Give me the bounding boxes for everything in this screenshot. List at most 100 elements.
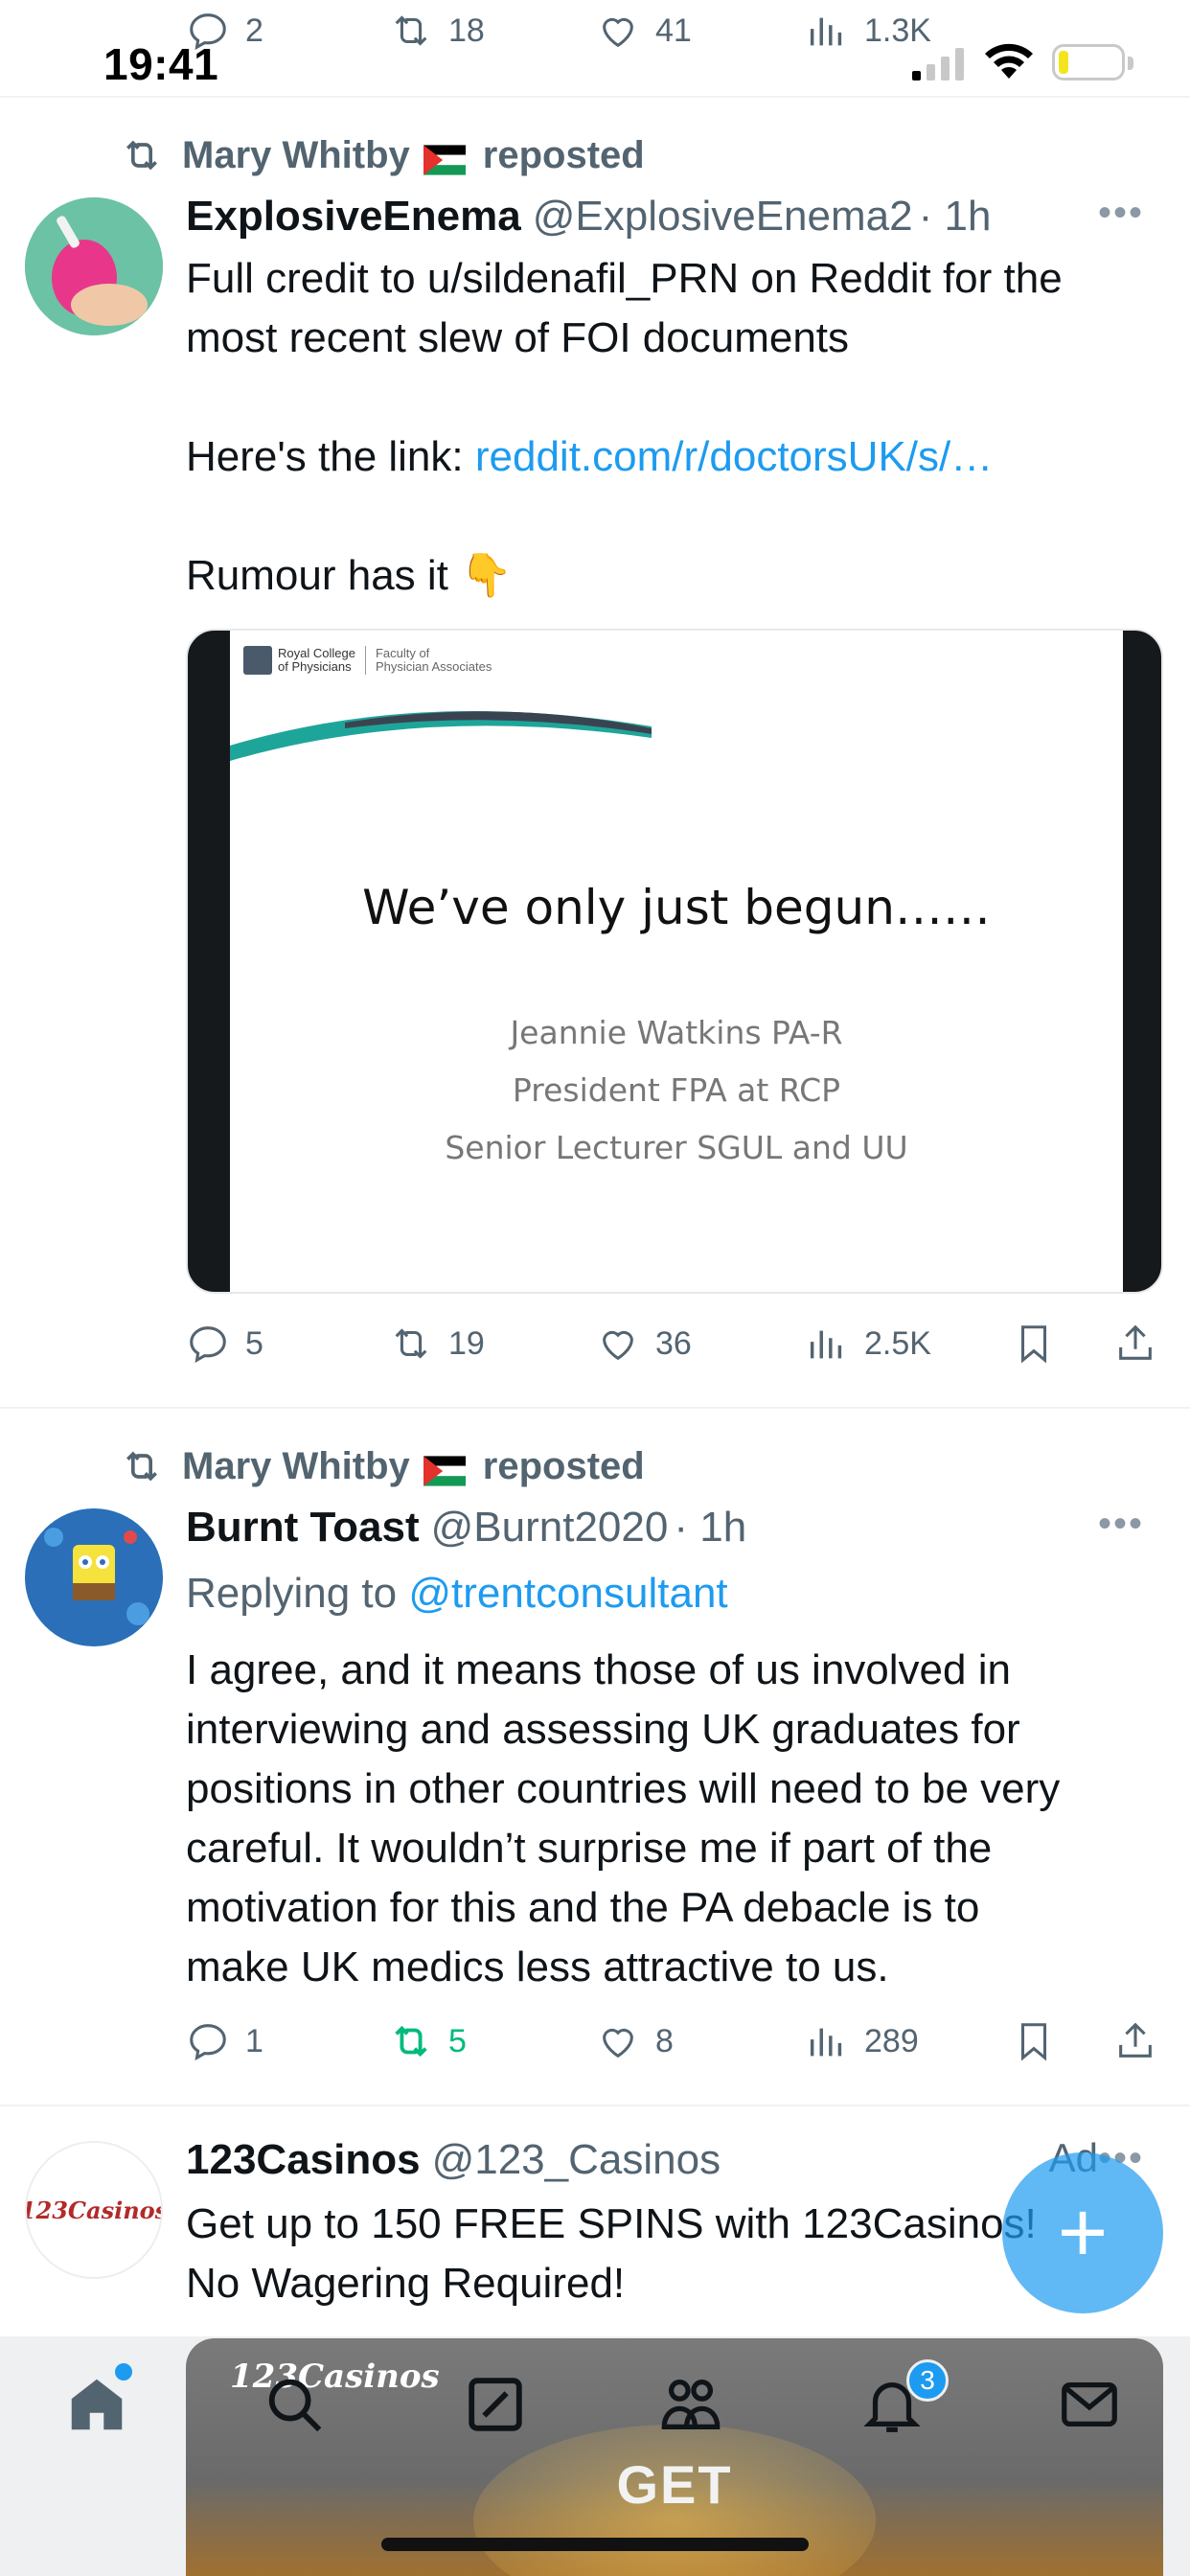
bookmark-button[interactable] <box>1012 2012 1071 2070</box>
repost-count: 5 <box>448 2022 467 2059</box>
tweet-text-line: interviewing and assessing UK graduates … <box>186 1706 1020 1753</box>
more-options-button[interactable]: ••• <box>1098 192 1144 235</box>
notifications-badge: 3 <box>906 2359 949 2402</box>
repost-attribution[interactable]: Mary Whitby reposted <box>121 130 645 180</box>
bookmark-icon <box>1020 2023 1047 2061</box>
display-name[interactable]: ExplosiveEnema <box>186 193 521 241</box>
slide-line: President FPA at RCP <box>512 1071 841 1109</box>
avatar[interactable] <box>25 1508 163 1646</box>
bookmark-icon <box>1020 1325 1047 1364</box>
grok-icon[interactable] <box>462 2371 529 2438</box>
status-bar: 19:41 <box>0 0 1190 96</box>
home-indicator[interactable] <box>381 2538 809 2551</box>
compose-button[interactable]: + <box>1002 2152 1163 2313</box>
divider <box>0 2104 1190 2106</box>
reply-count: 5 <box>245 1324 263 1362</box>
logo-text: of Physicians <box>278 659 352 674</box>
tweet-media-image[interactable]: Royal College of Physicians Faculty of Phy… <box>186 629 1163 1294</box>
home-icon[interactable] <box>63 2371 130 2438</box>
link-prefix: Here's the link: <box>186 433 475 480</box>
username[interactable]: @ExplosiveEnema2 <box>533 193 913 241</box>
reply-button[interactable]: 1 <box>186 2012 263 2070</box>
slide-swoosh-graphic <box>230 711 652 761</box>
avatar[interactable] <box>25 197 163 335</box>
analytics-icon <box>810 2028 842 2057</box>
tweet-text-line: Full credit to u/sildenafil_PRN on Reddi… <box>186 255 1063 302</box>
battery-icon <box>1052 44 1133 80</box>
tweet-text-line: make UK medics less attractive to us. <box>186 1944 889 1990</box>
reply-button[interactable]: 5 <box>186 1315 263 1372</box>
reply-icon <box>190 2024 226 2061</box>
messages-envelope-icon[interactable] <box>1056 2371 1123 2438</box>
like-count: 36 <box>655 1324 692 1362</box>
logo-text: Royal College <box>278 646 355 660</box>
reddit-link[interactable]: reddit.com/r/doctorsUK/s/… <box>475 433 993 480</box>
plus-icon: + <box>1057 2184 1109 2281</box>
bookmark-button[interactable] <box>1012 1315 1071 1372</box>
repost-icon <box>126 140 157 171</box>
repost-attribution[interactable]: Mary Whitby reposted <box>121 1441 645 1491</box>
search-icon[interactable] <box>261 2371 328 2438</box>
rcp-logo: Royal College of Physicians Faculty of Phy… <box>243 646 492 675</box>
tweet-text-line: I agree, and it means those of us involv… <box>186 1646 1011 1693</box>
heart-icon <box>603 1330 633 1361</box>
analytics-icon <box>810 1330 842 1359</box>
share-button[interactable] <box>1113 2012 1173 2070</box>
share-icon <box>1119 1324 1152 1360</box>
repost-button-active[interactable]: 5 <box>389 2012 467 2070</box>
ad-cta-text: GET <box>616 2454 733 2515</box>
faculty-text: Physician Associates <box>375 659 492 674</box>
palestine-flag-icon <box>423 1450 469 1486</box>
share-button[interactable] <box>1113 1315 1173 1372</box>
tweet-text: Full credit to u/sildenafil_PRN on Reddi… <box>186 249 1163 606</box>
slide-line: Senior Lecturer SGUL and UU <box>445 1129 908 1166</box>
reposter-name: Mary Whitby <box>182 1444 410 1487</box>
tweet-text-line: Here's the link: reddit.com/r/doctorsUK/… <box>186 427 1163 487</box>
repost-count: 19 <box>448 1324 485 1362</box>
username[interactable]: @Burnt2020 <box>431 1504 669 1552</box>
reposter-name: Mary Whitby <box>182 133 410 176</box>
status-time: 19:41 <box>103 39 219 89</box>
reposted-label: reposted <box>482 1444 645 1487</box>
repost-icon <box>395 1328 427 1359</box>
tweet-text-line: motivation for this and the PA debacle i… <box>186 1884 980 1931</box>
tweet-actions: 1 5 8 289 <box>186 2012 1163 2070</box>
views-button[interactable]: 289 <box>805 2012 919 2070</box>
tweet-text-line: careful. It wouldn’t surprise me if part… <box>186 1825 993 1872</box>
like-button[interactable]: 36 <box>596 1315 692 1372</box>
divider <box>0 1407 1190 1409</box>
display-name[interactable]: 123Casinos <box>186 2136 421 2184</box>
like-count: 8 <box>655 2022 674 2059</box>
repost-icon <box>126 1451 157 1482</box>
advertiser-avatar[interactable]: 123Casinos <box>25 2141 163 2279</box>
timestamp: · 1h <box>674 1504 747 1551</box>
presentation-slide: Royal College of Physicians Faculty of Phy… <box>230 631 1123 1292</box>
tweet-text-line: Rumour has it 👇 <box>186 552 513 599</box>
mention-link[interactable]: @trentconsultant <box>408 1570 727 1617</box>
wifi-icon <box>985 43 1033 79</box>
views-count: 289 <box>864 2022 919 2059</box>
tweet-header: Burnt Toast @Burnt2020 · 1h <box>186 1501 1152 1554</box>
replying-prefix: Replying to <box>186 1570 409 1617</box>
communities-icon[interactable] <box>657 2371 724 2438</box>
slide-line: Jeannie Watkins PA-R <box>510 1014 843 1051</box>
display-name[interactable]: Burnt Toast <box>186 1504 420 1552</box>
tweet-header: ExplosiveEnema @ExplosiveEnema2 · 1h <box>186 190 1152 243</box>
timestamp: · 1h <box>918 193 992 240</box>
more-options-button[interactable]: ••• <box>1098 1503 1144 1546</box>
replying-to: Replying to @trentconsultant <box>186 1564 1163 1623</box>
views-count: 2.5K <box>864 1324 931 1362</box>
repost-button[interactable]: 19 <box>389 1315 485 1372</box>
rcp-crest-icon <box>243 646 272 675</box>
username[interactable]: @123_Casinos <box>432 2136 721 2184</box>
like-button[interactable]: 8 <box>596 2012 674 2070</box>
views-button[interactable]: 2.5K <box>805 1315 931 1372</box>
new-content-indicator <box>115 2363 132 2380</box>
tweet-text: I agree, and it means those of us involv… <box>186 1641 1163 1997</box>
reply-icon <box>190 1326 226 1364</box>
slide-title: We’ve only just begun…… <box>362 880 991 935</box>
spongebob-avatar-icon <box>25 1508 163 1646</box>
casino-logo-text: 123Casinos <box>25 2196 163 2224</box>
divider <box>0 96 1190 98</box>
repost-icon <box>395 2025 427 2058</box>
